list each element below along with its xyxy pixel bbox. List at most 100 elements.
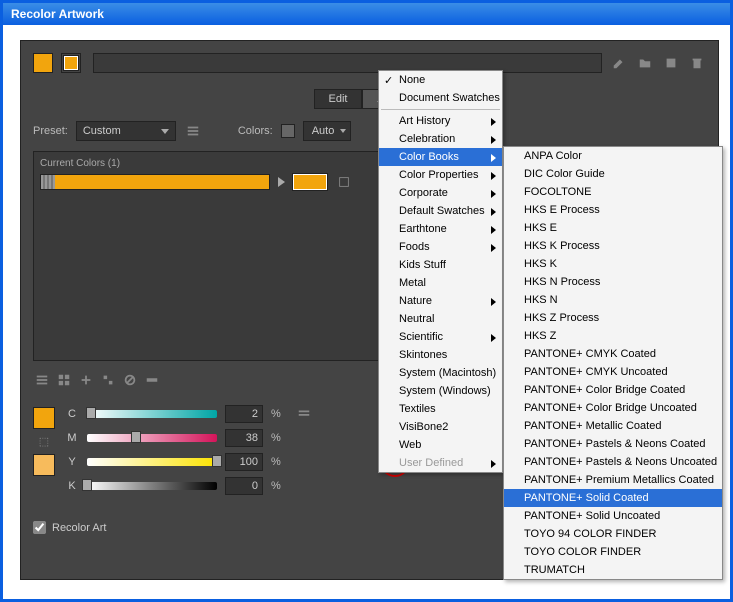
menu-item[interactable]: Scientific: [379, 328, 502, 346]
slider-c-label: C: [65, 408, 79, 420]
slider-k-value[interactable]: 0: [225, 477, 263, 495]
tab-edit[interactable]: Edit: [314, 89, 363, 109]
submenu-item[interactable]: HKS Z: [504, 327, 722, 345]
submenu-item[interactable]: FOCOLTONE: [504, 183, 722, 201]
list-view-icon[interactable]: [33, 371, 51, 389]
menu-item[interactable]: Nature: [379, 292, 502, 310]
menu-item[interactable]: Document Swatches: [379, 89, 502, 107]
recolor-art-checkbox[interactable]: [33, 521, 46, 534]
submenu-item[interactable]: PANTONE+ Metallic Coated: [504, 417, 722, 435]
submenu-item[interactable]: PANTONE+ CMYK Uncoated: [504, 363, 722, 381]
recolor-artwork-window: Recolor Artwork Edit Assign Preset: Cust…: [0, 0, 733, 602]
preset-options-icon[interactable]: [184, 122, 202, 140]
colors-auto-dropdown[interactable]: Auto: [303, 121, 352, 141]
preset-dropdown[interactable]: Custom: [76, 121, 176, 141]
slider-k-row: K 0 %: [65, 477, 313, 495]
menu-item[interactable]: System (Macintosh): [379, 364, 502, 382]
submenu-item[interactable]: HKS N: [504, 291, 722, 309]
submenu-item[interactable]: PANTONE+ Color Bridge Uncoated: [504, 399, 722, 417]
slider-c-track[interactable]: [87, 410, 217, 418]
submenu-item[interactable]: HKS K: [504, 255, 722, 273]
limit-color-menu[interactable]: NoneDocument Swatches Art HistoryCelebrat…: [378, 70, 503, 473]
tabs: Edit Assign: [33, 89, 706, 109]
menu-item[interactable]: Kids Stuff: [379, 256, 502, 274]
submenu-item[interactable]: PANTONE+ Solid Coated: [504, 489, 722, 507]
colors-swatch-icon[interactable]: [281, 124, 295, 138]
slider-y-track[interactable]: [87, 458, 217, 466]
merge-icon[interactable]: [77, 371, 95, 389]
slider-m-label: M: [65, 432, 79, 444]
menu-item[interactable]: Foods: [379, 238, 502, 256]
slider-y-value[interactable]: 100: [225, 453, 263, 471]
menu-item[interactable]: None: [379, 71, 502, 89]
submenu-item[interactable]: ANPA Color: [504, 147, 722, 165]
current-color-bar[interactable]: [40, 174, 270, 190]
menu-item[interactable]: Default Swatches: [379, 202, 502, 220]
client-area: Edit Assign Preset: Custom Colors: Auto …: [6, 28, 727, 596]
slider-y-row: Y 100 %: [65, 453, 313, 471]
slider-m-track[interactable]: [87, 434, 217, 442]
separate-icon[interactable]: [99, 371, 117, 389]
colors-label: Colors:: [238, 125, 273, 137]
submenu-item[interactable]: PANTONE+ Pastels & Neons Uncoated: [504, 453, 722, 471]
menu-item[interactable]: Metal: [379, 274, 502, 292]
submenu-item[interactable]: HKS E: [504, 219, 722, 237]
submenu-item[interactable]: PANTONE+ Color Bridge Coated: [504, 381, 722, 399]
submenu-item[interactable]: PANTONE+ CMYK Coated: [504, 345, 722, 363]
grid-view-icon[interactable]: [55, 371, 73, 389]
preset-row: Preset: Custom Colors: Auto: [33, 121, 706, 141]
submenu-item[interactable]: PANTONE+ Premium Metallics Coated: [504, 471, 722, 489]
submenu-item[interactable]: HKS N Process: [504, 273, 722, 291]
submenu-item[interactable]: HKS Z Process: [504, 309, 722, 327]
menu-item[interactable]: Corporate: [379, 184, 502, 202]
submenu-item[interactable]: PANTONE+ Solid Uncoated: [504, 507, 722, 525]
new-row-icon[interactable]: [143, 371, 161, 389]
menu-item[interactable]: Web: [379, 436, 502, 454]
active-colors-swatch[interactable]: [33, 53, 53, 73]
submenu-item[interactable]: DIC Color Guide: [504, 165, 722, 183]
color-group-name-input[interactable]: [93, 53, 602, 73]
menu-item[interactable]: System (Windows): [379, 382, 502, 400]
titlebar[interactable]: Recolor Artwork: [3, 3, 730, 25]
menu-item[interactable]: Textiles: [379, 400, 502, 418]
menu-item[interactable]: Art History: [379, 112, 502, 130]
exclude-icon[interactable]: [121, 371, 139, 389]
preset-label: Preset:: [33, 125, 68, 137]
submenu-item[interactable]: PANTONE+ Pastels & Neons Coated: [504, 435, 722, 453]
color-books-submenu[interactable]: ANPA ColorDIC Color GuideFOCOLTONEHKS E …: [503, 146, 723, 580]
menu-item[interactable]: Celebration: [379, 130, 502, 148]
slider-c-value[interactable]: 2: [225, 405, 263, 423]
menu-item[interactable]: Color Properties: [379, 166, 502, 184]
slider-k-label: K: [65, 480, 79, 492]
result-swatch-tint[interactable]: [33, 454, 55, 476]
new-color-swatch[interactable]: [293, 174, 327, 190]
menu-item[interactable]: VisiBone2: [379, 418, 502, 436]
slider-options-icon[interactable]: [295, 405, 313, 423]
menu-item[interactable]: Color Books: [379, 148, 502, 166]
slider-m-value[interactable]: 38: [225, 429, 263, 447]
save-group-icon[interactable]: [662, 54, 680, 72]
submenu-item[interactable]: HKS K Process: [504, 237, 722, 255]
slider-y-label: Y: [65, 456, 79, 468]
submenu-item[interactable]: TOYO 94 COLOR FINDER: [504, 525, 722, 543]
color-group-swatch[interactable]: [61, 53, 81, 73]
submenu-item[interactable]: TRUMATCH: [504, 561, 722, 579]
new-folder-icon[interactable]: [636, 54, 654, 72]
slider-k-track[interactable]: [87, 482, 217, 490]
arrow-right-icon: [278, 177, 285, 187]
menu-item[interactable]: Earthtone: [379, 220, 502, 238]
row-options-icon[interactable]: [335, 173, 353, 191]
cube-icon: ⬚: [39, 435, 49, 448]
window-title: Recolor Artwork: [11, 7, 104, 21]
menu-item: User Defined: [379, 454, 502, 472]
recolor-art-label: Recolor Art: [52, 522, 106, 534]
submenu-item[interactable]: HKS E Process: [504, 201, 722, 219]
slider-c-row: C 2 %: [65, 405, 313, 423]
result-swatch[interactable]: [33, 407, 55, 429]
menu-item[interactable]: Skintones: [379, 346, 502, 364]
top-row: [33, 53, 706, 73]
menu-item[interactable]: Neutral: [379, 310, 502, 328]
trash-icon[interactable]: [688, 54, 706, 72]
edit-pencil-icon[interactable]: [610, 54, 628, 72]
submenu-item[interactable]: TOYO COLOR FINDER: [504, 543, 722, 561]
